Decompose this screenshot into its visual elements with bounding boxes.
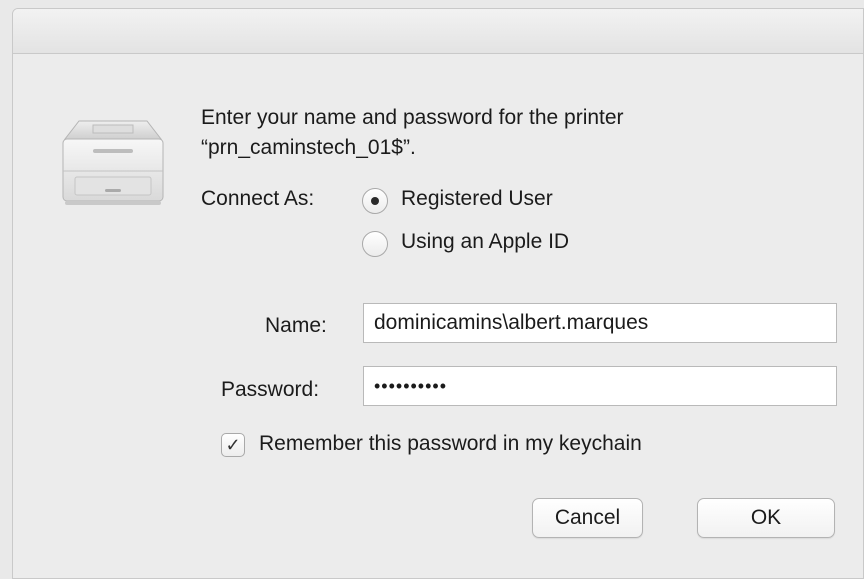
name-field[interactable]	[363, 303, 837, 343]
cancel-button[interactable]: Cancel	[532, 498, 643, 538]
dialog-message: Enter your name and password for the pri…	[201, 103, 841, 163]
printer-auth-dialog: Enter your name and password for the pri…	[12, 8, 864, 579]
radio-label-registered-user[interactable]: Registered User	[401, 187, 553, 211]
printer-name: “prn_caminstech_01$”.	[201, 136, 416, 159]
connect-as-label: Connect As:	[201, 187, 315, 210]
ok-button[interactable]: OK	[697, 498, 835, 538]
name-label: Name:	[265, 314, 327, 337]
keychain-checkbox[interactable]: ✓	[221, 433, 245, 457]
title-bar	[13, 9, 863, 54]
radio-label-apple-id[interactable]: Using an Apple ID	[401, 230, 569, 254]
printer-icon	[57, 117, 169, 209]
keychain-label[interactable]: Remember this password in my keychain	[259, 432, 642, 456]
message-line-1: Enter your name and password for the pri…	[201, 106, 624, 129]
password-label: Password:	[221, 378, 320, 401]
password-field[interactable]: ••••••••••	[363, 366, 837, 406]
radio-apple-id[interactable]	[362, 231, 388, 257]
radio-selected-dot	[371, 197, 379, 205]
radio-registered-user[interactable]	[362, 188, 388, 214]
